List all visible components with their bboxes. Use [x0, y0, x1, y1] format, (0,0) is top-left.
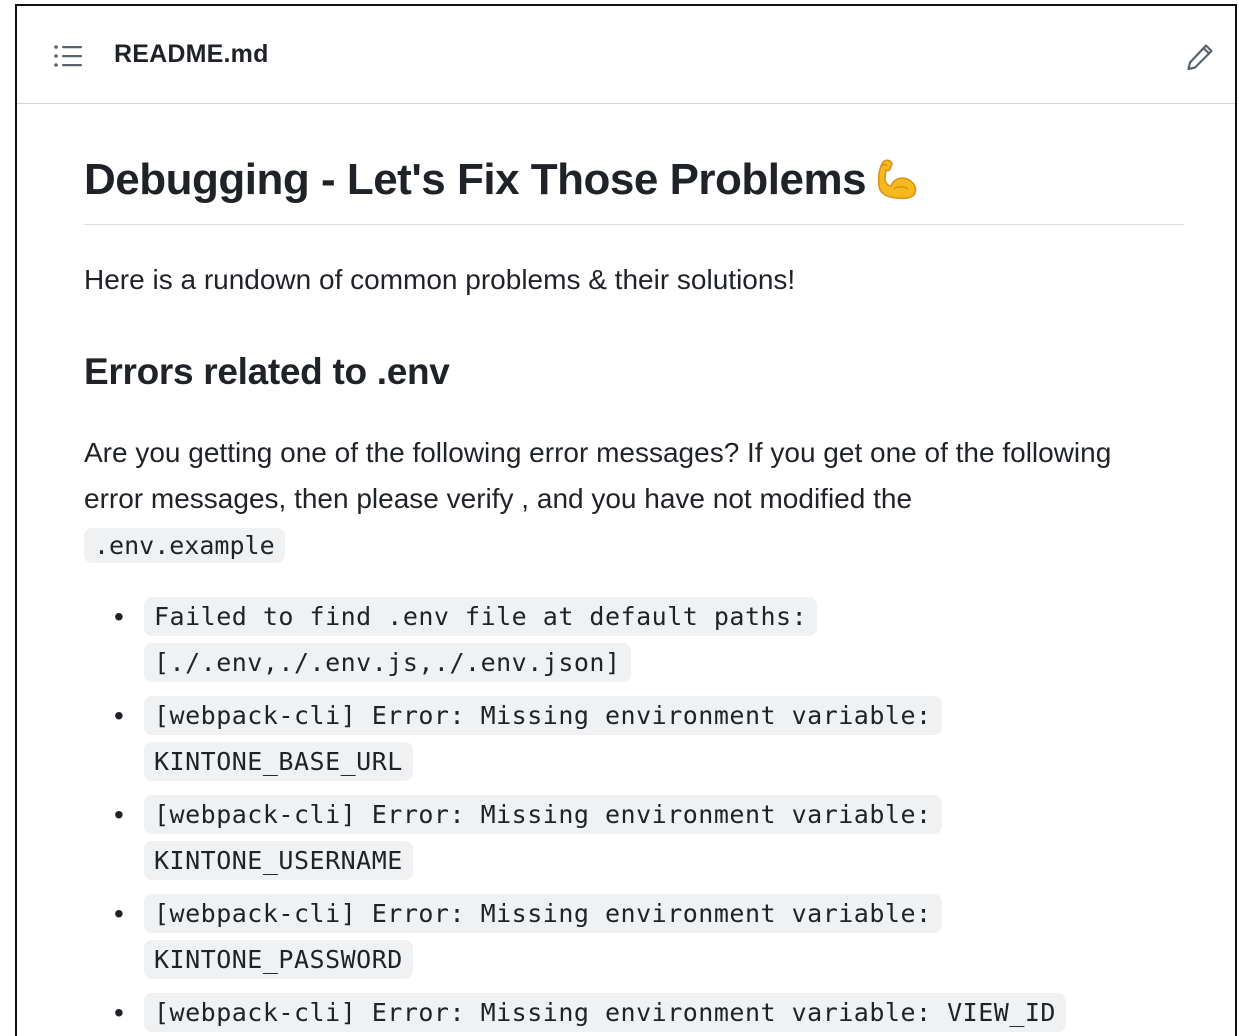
bullet: • [114, 799, 124, 830]
page-title-text: Debugging - Let's Fix Those Problems [84, 155, 867, 204]
bullet: • [114, 700, 124, 731]
list-item: • Failed to find .env file at default pat… [84, 594, 1014, 686]
error-code: Failed to find .env file at default path… [144, 597, 818, 682]
bullet: • [114, 898, 124, 929]
file-header: README.md [17, 6, 1235, 104]
list-item: • [webpack-cli] Error: Missing environmen… [84, 792, 1014, 884]
intro-paragraph: Here is a rundown of common problems & t… [84, 264, 796, 295]
section-heading: Errors related to .env [84, 351, 450, 392]
env-example-code: .env.example [84, 528, 285, 563]
error-code: [webpack-cli] Error: Missing environment… [144, 696, 942, 781]
title-divider [84, 224, 1184, 225]
file-name[interactable]: README.md [114, 40, 269, 69]
page-title: Debugging - Let's Fix Those Problems [84, 154, 1184, 206]
bullet: • [114, 997, 124, 1028]
error-list: • Failed to find .env file at default pat… [84, 594, 1144, 1036]
list-item: • [webpack-cli] Error: Missing environmen… [84, 891, 1014, 983]
error-code: [webpack-cli] Error: Missing environment… [144, 894, 942, 979]
error-code: [webpack-cli] Error: Missing environment… [144, 795, 942, 880]
description-text: Are you getting one of the following err… [84, 437, 1112, 514]
pencil-icon[interactable] [1185, 42, 1215, 72]
bullet: • [114, 601, 124, 632]
description-paragraph: Are you getting one of the following err… [84, 430, 1164, 569]
list-item: • [webpack-cli] Error: Missing environmen… [84, 990, 1124, 1036]
readme-panel: README.md Debugging - Let's Fix Those Pr… [15, 4, 1237, 1036]
list-item: • [webpack-cli] Error: Missing environmen… [84, 693, 1014, 785]
error-code: [webpack-cli] Error: Missing environment… [144, 993, 1066, 1032]
flexed-biceps-emoji [878, 159, 917, 200]
list-unordered-icon[interactable] [53, 44, 83, 68]
